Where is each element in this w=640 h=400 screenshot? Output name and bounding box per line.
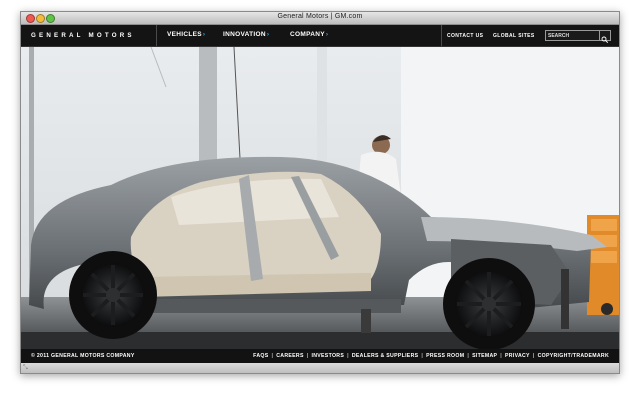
footer-bar: © 2011 GENERAL MOTORS COMPANY FAQS | CAREE…	[21, 349, 619, 363]
footer-links: FAQS | CAREERS | INVESTORS | DEALERS & SUPPLIE…	[253, 353, 609, 359]
contact-us-link[interactable]: CONTACT US	[447, 33, 483, 39]
footer-separator: |	[306, 353, 309, 359]
global-sites-link[interactable]: GLOBAL SITES	[493, 33, 535, 39]
footer-link-press-room[interactable]: PRESS ROOM	[426, 353, 464, 359]
footer-link-careers[interactable]: CAREERS	[276, 353, 303, 359]
front-wheel	[443, 258, 535, 350]
chevron-right-icon: ›	[325, 31, 329, 38]
nav-vehicles[interactable]: VEHICLES›	[167, 31, 205, 38]
nav-innovation[interactable]: INNOVATION›	[223, 31, 269, 38]
nav-divider	[156, 25, 157, 46]
window-title: General Motors | GM.com	[277, 13, 363, 20]
footer-separator: |	[421, 353, 424, 359]
nav-company[interactable]: COMPANY›	[290, 31, 328, 38]
nav-company-label: COMPANY	[290, 31, 325, 38]
search-icon	[601, 36, 609, 43]
footer-link-copyright-trademark[interactable]: COPYRIGHT/TRADEMARK	[538, 353, 609, 359]
footer-separator: |	[271, 353, 274, 359]
resize-grip-icon[interactable]: ⤡	[23, 365, 28, 371]
footer-separator: |	[467, 353, 470, 359]
footer-link-faqs[interactable]: FAQS	[253, 353, 268, 359]
browser-window: General Motors | GM.com GENERAL MOTORS V…	[20, 11, 620, 374]
footer-link-privacy[interactable]: PRIVACY	[505, 353, 530, 359]
search-button[interactable]	[599, 31, 610, 43]
nav-vehicles-label: VEHICLES	[167, 31, 202, 38]
footer-link-investors[interactable]: INVESTORS	[312, 353, 345, 359]
window-titlebar[interactable]: General Motors | GM.com	[21, 12, 619, 25]
footer-separator: |	[532, 353, 535, 359]
footer-separator: |	[347, 353, 349, 359]
copyright-text: © 2011 GENERAL MOTORS COMPANY	[31, 353, 135, 359]
footer-link-dealers-suppliers[interactable]: DEALERS & SUPPLIERS	[352, 353, 419, 359]
search-input[interactable]	[546, 31, 602, 40]
chevron-right-icon: ›	[202, 31, 206, 38]
nav-innovation-label: INNOVATION	[223, 31, 266, 38]
search-box	[545, 30, 611, 43]
gm-logo[interactable]: GENERAL MOTORS	[31, 32, 135, 39]
top-navigation-bar: GENERAL MOTORS VEHICLES› INNOVATION› COM…	[21, 25, 619, 47]
hero-image	[21, 46, 619, 350]
window-statusbar: ⤡	[21, 363, 619, 373]
rear-wheel	[69, 251, 157, 339]
chevron-right-icon: ›	[266, 31, 270, 38]
nav-divider	[441, 25, 442, 46]
footer-separator: |	[500, 353, 503, 359]
car-prototype-photo	[21, 46, 619, 350]
footer-link-sitemap[interactable]: SITEMAP	[472, 353, 497, 359]
